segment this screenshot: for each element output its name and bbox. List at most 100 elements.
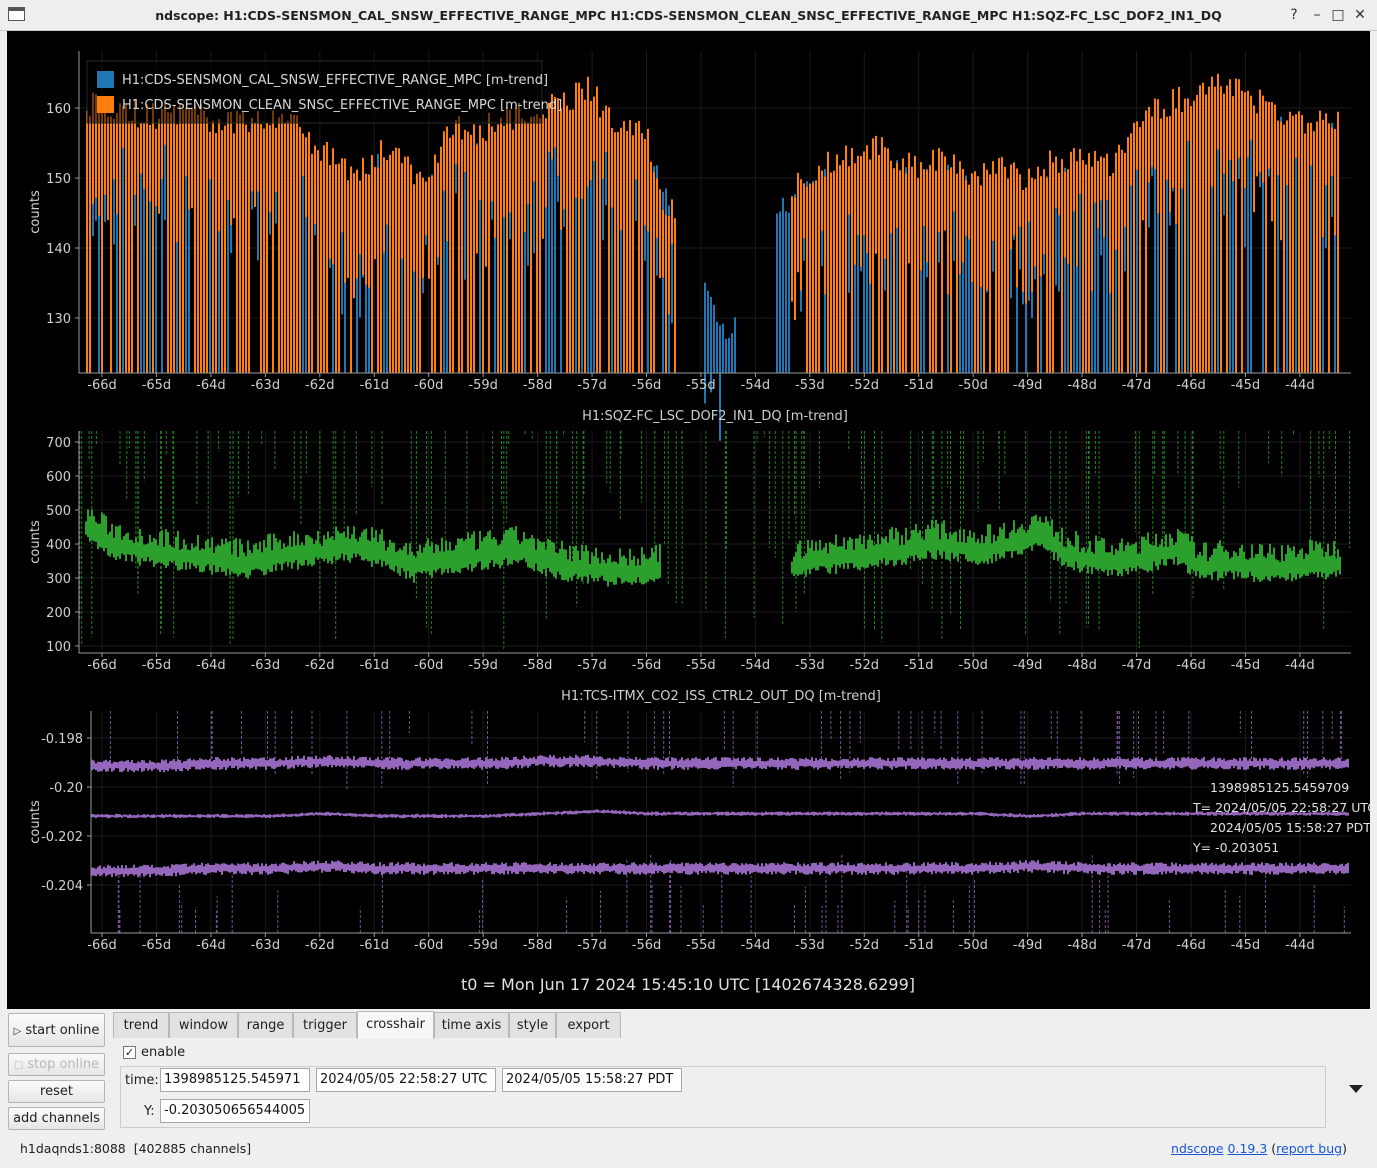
tab-trigger[interactable]: trigger xyxy=(293,1012,357,1038)
x-tick-label: -54d xyxy=(741,658,771,673)
x-tick-label: -49d xyxy=(1013,938,1043,953)
stop-online-button[interactable]: □ stop online xyxy=(8,1053,105,1076)
x-tick-label: -46d xyxy=(1176,378,1206,393)
tab-crosshair[interactable]: crosshair xyxy=(357,1011,434,1039)
reset-button[interactable]: reset xyxy=(8,1080,105,1103)
time-gps-field[interactable]: 1398985125.545971 xyxy=(160,1068,310,1092)
title-bar: ndscope: H1:CDS-SENSMON_CAL_SNSW_EFFECTI… xyxy=(0,0,1377,31)
enable-checkbox[interactable]: ✓ xyxy=(123,1046,136,1059)
x-tick-label: -61d xyxy=(360,938,390,953)
y-tick-label: 160 xyxy=(46,102,71,117)
tab-window[interactable]: window xyxy=(169,1012,238,1038)
channel-count: [402885 channels] xyxy=(133,1141,252,1156)
start-online-label: start online xyxy=(25,1023,100,1038)
stop-icon: □ xyxy=(13,1060,24,1071)
x-tick-label: -61d xyxy=(360,658,390,673)
x-tick-label: -60d xyxy=(414,378,444,393)
y-tick-label: 150 xyxy=(46,172,71,187)
x-tick-label: -63d xyxy=(251,658,281,673)
tab-export[interactable]: export xyxy=(556,1012,621,1038)
crosshair-readout: 1398985125.5459709 xyxy=(1210,780,1349,795)
x-tick-label: -51d xyxy=(904,658,934,673)
tab-range[interactable]: range xyxy=(238,1012,293,1038)
x-tick-label: -51d xyxy=(904,938,934,953)
x-tick-label: -58d xyxy=(523,658,553,673)
y-axis-label: counts xyxy=(28,520,43,564)
x-tick-label: -59d xyxy=(468,938,498,953)
add-channels-button[interactable]: add channels xyxy=(8,1107,105,1130)
x-tick-label: -49d xyxy=(1013,378,1043,393)
y-axis-label: counts xyxy=(28,190,43,234)
x-tick-label: -57d xyxy=(577,658,607,673)
x-tick-label: -45d xyxy=(1231,658,1261,673)
x-tick-label: -63d xyxy=(251,378,281,393)
time-local-field[interactable]: 2024/05/05 15:58:27 PDT xyxy=(502,1068,682,1092)
collapse-arrow-icon[interactable] xyxy=(1349,1085,1363,1093)
x-tick-label: -64d xyxy=(196,938,226,953)
y-tick-label: 400 xyxy=(46,538,71,553)
x-tick-label: -58d xyxy=(523,378,553,393)
x-tick-label: -49d xyxy=(1013,658,1043,673)
version-info: ndscope 0.19.3 (report bug) xyxy=(1171,1141,1347,1156)
x-tick-label: -63d xyxy=(251,938,281,953)
version-link[interactable]: 0.19.3 xyxy=(1228,1141,1268,1156)
y-tick-label: -0.202 xyxy=(41,830,83,845)
y-tick-label: 300 xyxy=(46,572,71,587)
ndscope-link[interactable]: ndscope xyxy=(1171,1141,1224,1156)
x-tick-label: -66d xyxy=(87,378,117,393)
y-axis-label: counts xyxy=(28,800,43,844)
series-trace-1 xyxy=(91,809,1349,819)
crosshair-readout: T= 2024/05/05 22:58:27 UTC xyxy=(1192,800,1370,815)
legend-label: H1:CDS-SENSMON_CLEAN_SNSC_EFFECTIVE_RANG… xyxy=(122,98,562,113)
y-value-field[interactable]: -0.203050656544005 xyxy=(160,1099,310,1123)
tab-trend[interactable]: trend xyxy=(113,1012,169,1038)
y-tick-label: 200 xyxy=(46,606,71,621)
plot-title: H1:SQZ-FC_LSC_DOF2_IN1_DQ [m-trend] xyxy=(582,409,848,424)
x-tick-label: -66d xyxy=(87,938,117,953)
y-label: Y: xyxy=(144,1104,155,1119)
x-tick-label: -47d xyxy=(1122,658,1152,673)
minimize-icon[interactable]: – xyxy=(1307,5,1327,25)
x-tick-label: -62d xyxy=(305,658,335,673)
y-tick-label: 130 xyxy=(46,312,71,327)
maximize-icon[interactable]: □ xyxy=(1328,5,1348,25)
x-tick-label: -48d xyxy=(1067,378,1097,393)
x-tick-label: -53d xyxy=(795,658,825,673)
x-tick-label: -58d xyxy=(523,938,553,953)
x-tick-label: -55d xyxy=(686,658,716,673)
x-tick-label: -53d xyxy=(795,378,825,393)
crosshair-readout: 2024/05/05 15:58:27 PDT xyxy=(1210,820,1370,835)
report-bug-link[interactable]: report bug xyxy=(1276,1141,1342,1156)
x-tick-label: -50d xyxy=(958,378,988,393)
plot-title: H1:TCS-ITMX_CO2_ISS_CTRL2_OUT_DQ [m-tren… xyxy=(561,689,881,704)
legend-label: H1:CDS-SENSMON_CAL_SNSW_EFFECTIVE_RANGE_… xyxy=(122,73,548,88)
y-tick-label: 600 xyxy=(46,470,71,485)
x-tick-label: -51d xyxy=(904,378,934,393)
x-tick-label: -56d xyxy=(632,938,662,953)
tab-time-axis[interactable]: time axis xyxy=(434,1012,509,1038)
x-tick-label: -46d xyxy=(1176,658,1206,673)
x-tick-label: -62d xyxy=(305,938,335,953)
x-tick-label: -62d xyxy=(305,378,335,393)
plot-canvas[interactable]: 160 150 140 130 -66d -65d -64d -63d -62d -61d -60d… xyxy=(7,31,1370,1009)
close-icon[interactable]: ✕ xyxy=(1350,5,1370,25)
time-utc-field[interactable]: 2024/05/05 22:58:27 UTC xyxy=(316,1068,496,1092)
x-tick-label: -52d xyxy=(850,658,880,673)
crosshair-panel: ✓ enable time: 1398985125.545971 2024/05… xyxy=(113,1038,1335,1132)
tab-style[interactable]: style xyxy=(509,1012,556,1038)
x-tick-label: -50d xyxy=(958,938,988,953)
x-tick-label: -48d xyxy=(1067,658,1097,673)
y-tick-label: 100 xyxy=(46,640,71,655)
plots-svg[interactable]: 160 150 140 130 -66d -65d -64d -63d -62d -61d -60d… xyxy=(7,31,1370,1009)
help-icon[interactable]: ? xyxy=(1284,5,1304,25)
x-tick-label: -47d xyxy=(1122,938,1152,953)
x-tick-label: -45d xyxy=(1231,378,1261,393)
legend-box xyxy=(86,60,543,124)
x-tick-label: -60d xyxy=(414,938,444,953)
series-trace-2 xyxy=(91,860,1349,878)
x-tick-label: -54d xyxy=(741,378,771,393)
start-online-button[interactable]: ▷ start online xyxy=(8,1013,105,1047)
y-tick-label: -0.20 xyxy=(49,781,83,796)
series-trace-0 xyxy=(91,754,1349,773)
x-tick-label: -52d xyxy=(850,378,880,393)
